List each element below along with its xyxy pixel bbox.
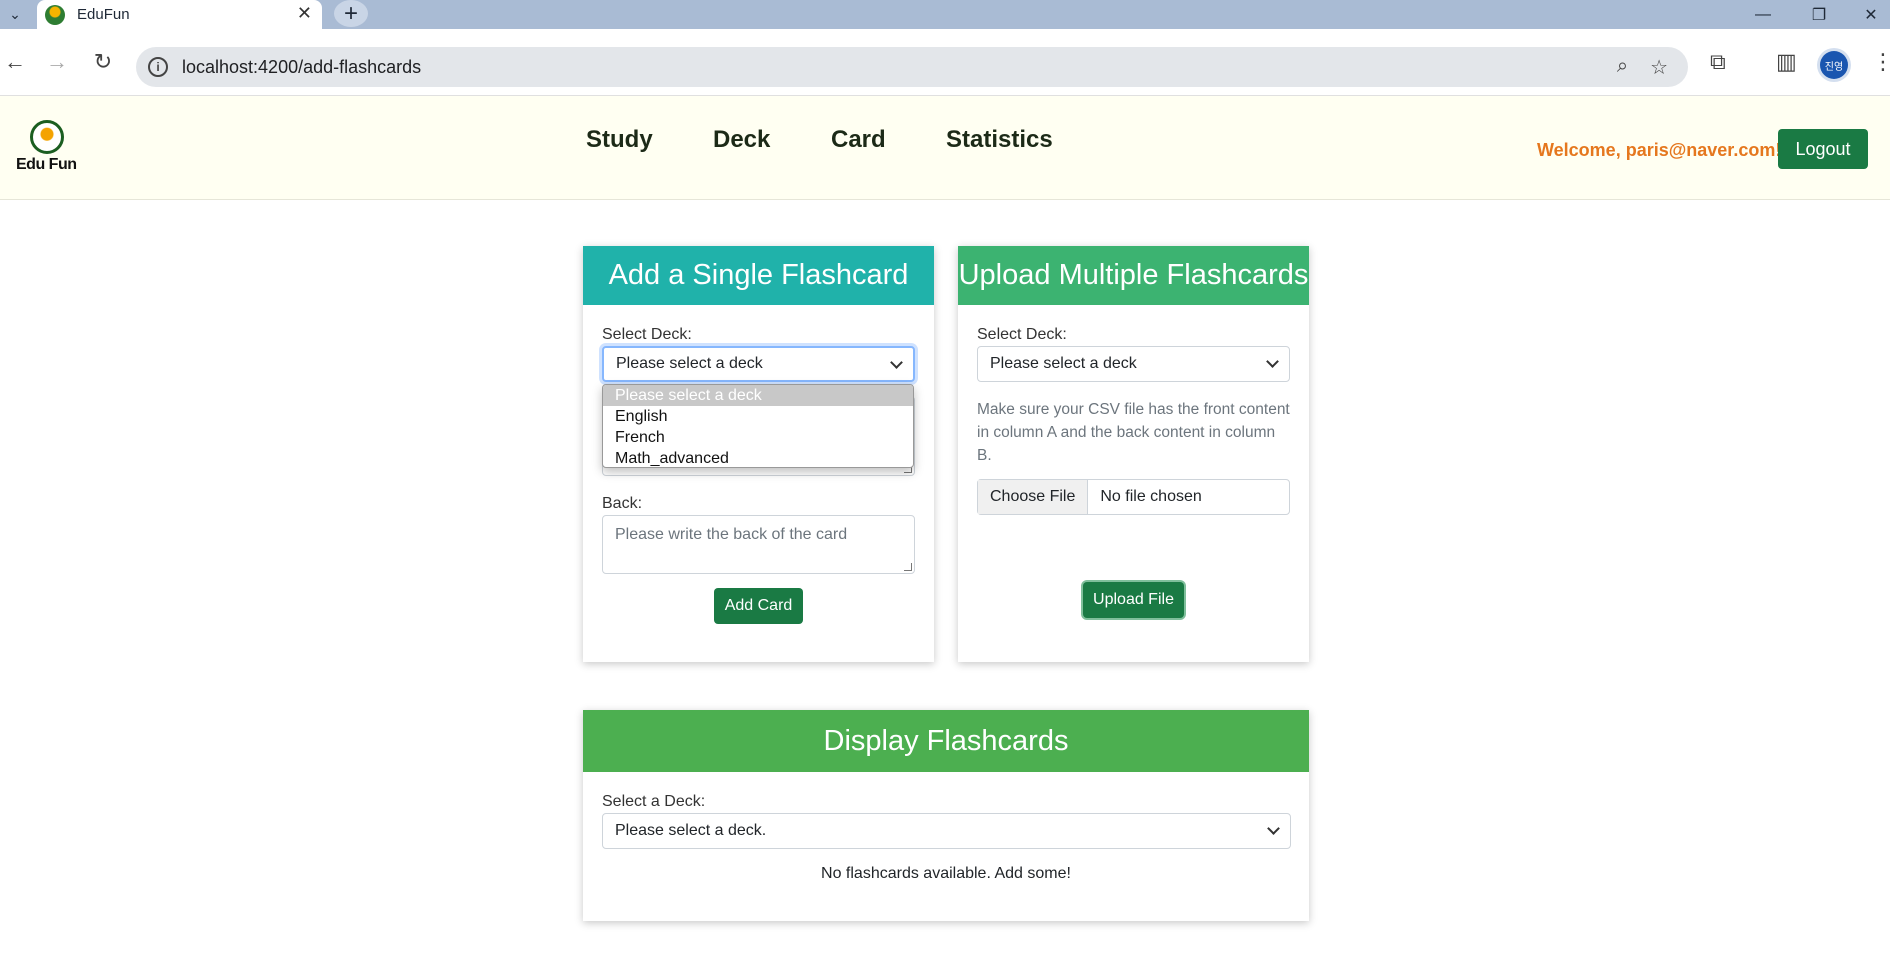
add-card-button[interactable]: Add Card <box>714 588 803 624</box>
chevron-down-icon <box>890 356 903 369</box>
select-deck-label: Select Deck: <box>602 326 692 343</box>
logout-button[interactable]: Logout <box>1778 129 1868 169</box>
nav-statistics[interactable]: Statistics <box>946 126 1053 154</box>
nav-study[interactable]: Study <box>586 126 653 154</box>
zoom-icon[interactable]: ⌕ <box>1617 55 1628 80</box>
welcome-message: Welcome, paris@naver.com! <box>1537 140 1782 160</box>
upload-file-button[interactable]: Upload File <box>1083 582 1184 618</box>
chevron-down-icon <box>1267 822 1280 835</box>
url-text[interactable]: localhost:4200/add-flashcards <box>182 57 421 78</box>
close-tab-icon[interactable]: ✕ <box>297 3 312 24</box>
logo-emblem-icon <box>30 120 64 154</box>
browser-menu-icon[interactable]: ⋮ <box>1872 49 1890 75</box>
edufun-logo[interactable]: Edu Fun <box>16 120 78 176</box>
back-label: Back: <box>602 495 643 512</box>
upload-deck-select-value: Please select a deck <box>990 355 1137 372</box>
dropdown-option[interactable]: French <box>603 427 913 448</box>
file-input[interactable]: Choose File No file chosen <box>977 479 1290 515</box>
choose-file-button[interactable]: Choose File <box>978 480 1089 514</box>
reload-icon[interactable]: ↻ <box>88 47 118 77</box>
nav-card[interactable]: Card <box>831 126 886 154</box>
logo-text: Edu Fun <box>16 156 77 173</box>
single-deck-select-value: Please select a deck <box>616 355 763 372</box>
back-icon[interactable]: ← <box>0 47 30 77</box>
forward-icon[interactable]: → <box>42 47 72 77</box>
extensions-icon[interactable]: ⧉ <box>1710 49 1726 75</box>
display-deck-select[interactable]: Please select a deck. <box>602 813 1291 849</box>
tab-title: EduFun <box>77 6 130 23</box>
single-deck-select[interactable]: Please select a deck <box>602 346 915 382</box>
tab-search-icon[interactable]: ⌄ <box>0 0 30 29</box>
no-file-text: No file chosen <box>1100 488 1202 505</box>
browser-tab-bar: ⌄ EduFun ✕ + — ❐ ✕ <box>0 0 1890 29</box>
upload-deck-select[interactable]: Please select a deck <box>977 346 1290 382</box>
back-placeholder: Please write the back of the card <box>615 526 848 543</box>
dropdown-option[interactable]: Please select a deck <box>603 385 913 406</box>
app-navbar: Edu Fun Study Deck Card Statistics Welco… <box>0 96 1890 200</box>
display-flashcards-card: Display Flashcards Select a Deck: Please… <box>583 710 1309 921</box>
address-bar-area: ← → ↻ i localhost:4200/add-flashcards ⌕ … <box>0 29 1890 96</box>
display-flashcards-title: Display Flashcards <box>583 710 1309 772</box>
display-select-deck-label: Select a Deck: <box>602 793 706 810</box>
deck-dropdown-list: Please select a deck English French Math… <box>602 384 914 468</box>
restore-icon[interactable]: ❐ <box>1796 0 1842 29</box>
display-deck-select-value: Please select a deck. <box>615 822 767 839</box>
single-flashcard-title: Add a Single Flashcard <box>583 246 934 305</box>
upload-select-deck-label: Select Deck: <box>977 326 1067 343</box>
side-panel-icon[interactable]: ▥ <box>1776 49 1797 75</box>
upload-flashcards-title: Upload Multiple Flashcards <box>958 246 1309 305</box>
bookmark-star-icon[interactable]: ☆ <box>1650 55 1668 80</box>
minimize-icon[interactable]: — <box>1740 0 1786 29</box>
dropdown-option[interactable]: English <box>603 406 913 427</box>
csv-hint-text: Make sure your CSV file has the front co… <box>977 401 1290 464</box>
nav-deck[interactable]: Deck <box>713 126 770 154</box>
new-tab-icon[interactable]: + <box>334 0 368 27</box>
dropdown-option[interactable]: Math_advanced <box>603 448 913 467</box>
browser-tab[interactable]: EduFun ✕ <box>37 0 322 29</box>
site-info-icon[interactable]: i <box>148 57 168 77</box>
address-bar[interactable]: i localhost:4200/add-flashcards ⌕ ☆ <box>136 47 1688 87</box>
empty-flashcards-message: No flashcards available. Add some! <box>821 865 1071 882</box>
favicon-icon <box>45 4 65 25</box>
profile-avatar[interactable]: 진영 <box>1820 51 1848 79</box>
chevron-down-icon <box>1266 355 1279 368</box>
resize-handle-icon[interactable] <box>904 563 912 571</box>
upload-flashcards-card: Upload Multiple Flashcards Select Deck: … <box>958 246 1309 662</box>
window-close-icon[interactable]: ✕ <box>1852 0 1890 29</box>
back-textarea[interactable]: Please write the back of the card <box>602 515 915 574</box>
